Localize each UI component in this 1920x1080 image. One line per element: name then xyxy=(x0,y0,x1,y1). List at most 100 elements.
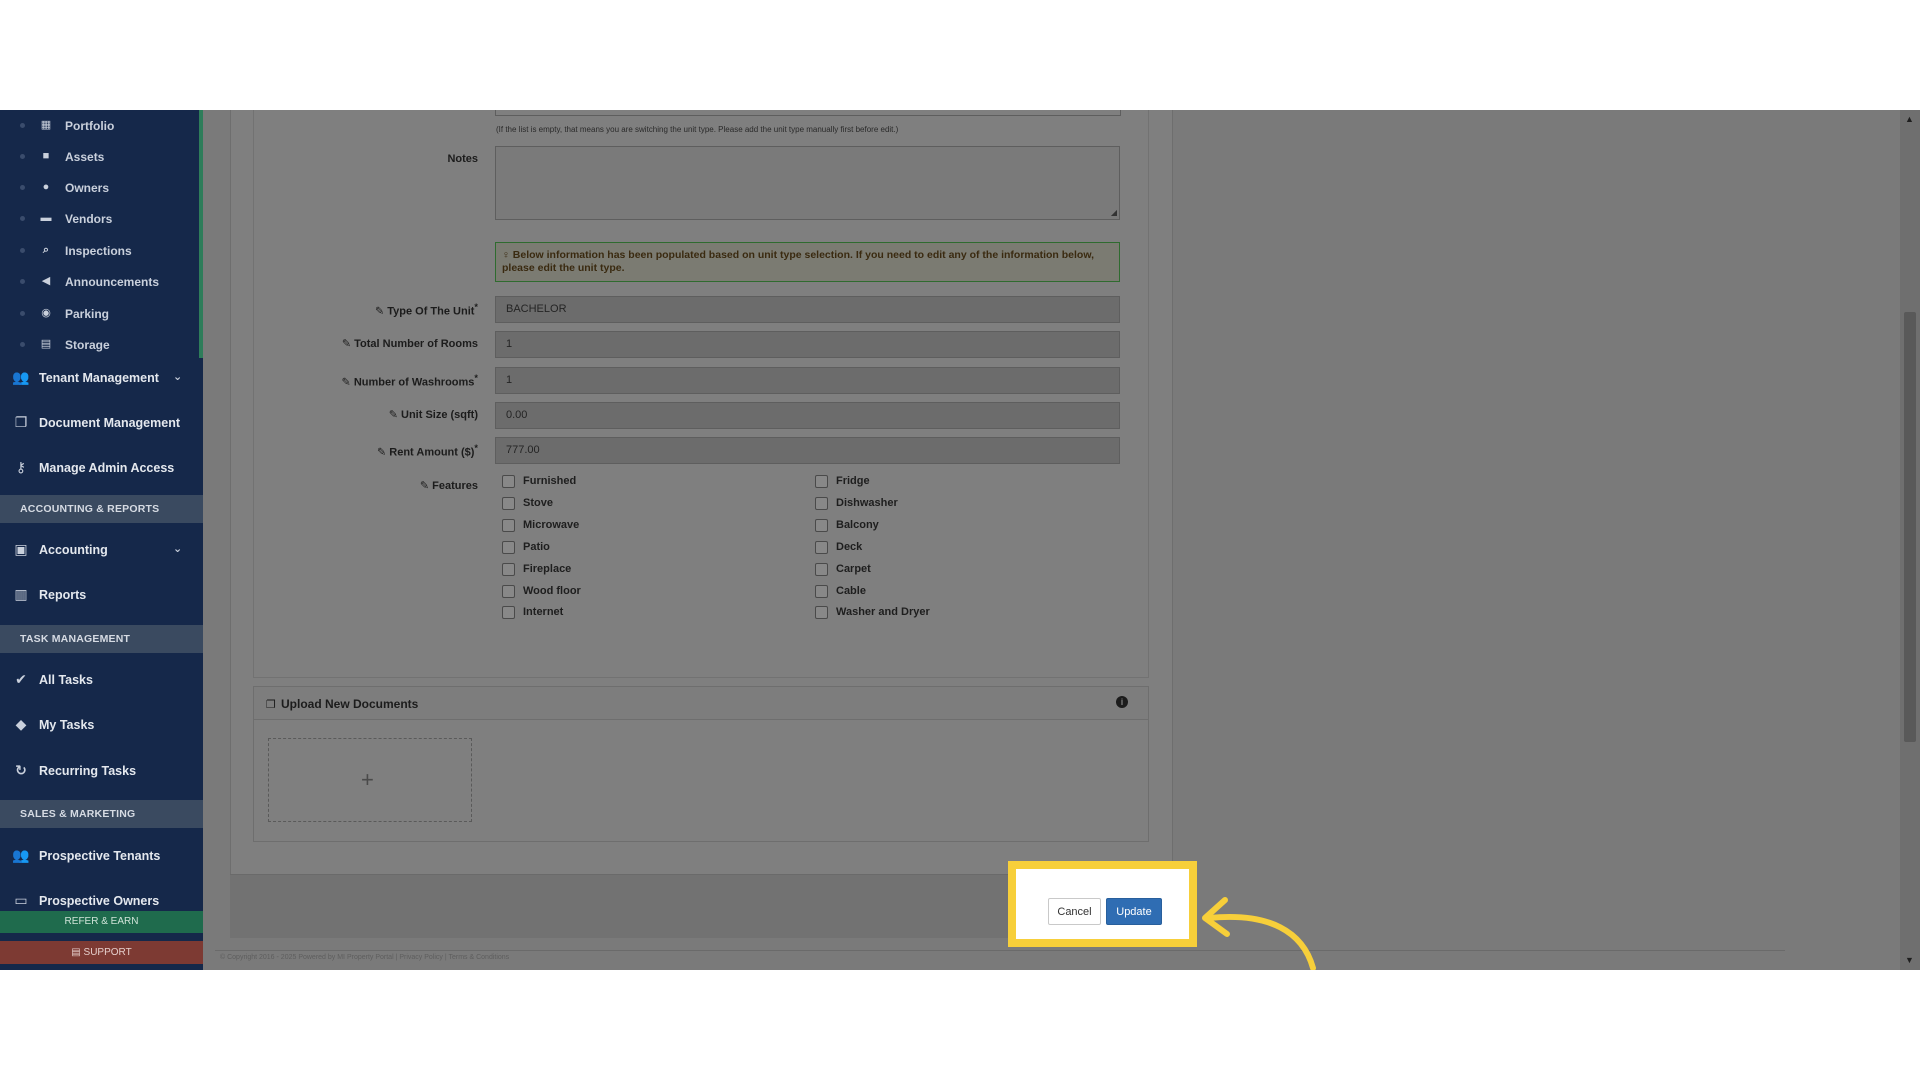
support-label: SUPPORT xyxy=(84,947,132,958)
vertical-scrollbar[interactable]: ▲ ▼ xyxy=(1900,110,1920,970)
assets-icon: ■ xyxy=(39,149,53,163)
checkbox-box[interactable] xyxy=(815,606,828,619)
sidebar-item-recurring-tasks[interactable]: ↻ Recurring Tasks xyxy=(0,751,203,791)
sidebar-item-portfolio[interactable]: ▦ Portfolio xyxy=(0,110,200,141)
unit-type-label: ✎ Type Of The Unit* xyxy=(248,302,478,318)
sidebar-item-vendors[interactable]: ▬ Vendors xyxy=(0,203,200,234)
checkbox-box[interactable] xyxy=(815,585,828,598)
pointer-arrow-icon xyxy=(1195,882,1325,970)
support-button[interactable]: ▤ SUPPORT xyxy=(0,941,203,964)
refer-earn-button[interactable]: REFER & EARN xyxy=(0,911,203,933)
sidebar-item-all-tasks[interactable]: ✔ All Tasks xyxy=(0,660,203,700)
bar-chart-icon: ▥ xyxy=(12,586,30,602)
sidebar-item-announcements[interactable]: ◀ Announcements xyxy=(0,266,200,297)
rent-amount-label-text: Rent Amount ($) xyxy=(389,447,474,459)
washrooms-field[interactable]: 1 xyxy=(495,367,1120,394)
plus-icon: + xyxy=(361,767,374,793)
checkbox-box[interactable] xyxy=(502,475,515,488)
id-card-icon: ▭ xyxy=(12,892,30,908)
rent-amount-label: ✎ Rent Amount ($)* xyxy=(248,443,478,459)
scroll-down-icon[interactable]: ▼ xyxy=(1905,955,1914,965)
notes-textarea[interactable]: ◢ xyxy=(495,146,1120,220)
checkbox-box[interactable] xyxy=(502,519,515,532)
sidebar-item-prospective-tenants[interactable]: 👥 Prospective Tenants xyxy=(0,836,203,876)
sidebar-item-label: Vendors xyxy=(65,212,112,226)
sidebar-item-manage-admin-access[interactable]: ⚷ Manage Admin Access xyxy=(0,448,203,488)
rooms-field[interactable]: 1 xyxy=(495,331,1120,358)
update-button[interactable]: Update xyxy=(1106,898,1162,925)
owners-icon: ● xyxy=(39,180,53,194)
info-icon[interactable]: i xyxy=(1116,696,1128,708)
washrooms-label: ✎ Number of Washrooms* xyxy=(248,373,478,389)
checkbox-label: Microwave xyxy=(523,519,579,531)
checkbox-box[interactable] xyxy=(502,606,515,619)
upload-panel-header: ❐ Upload New Documents i xyxy=(254,687,1148,720)
checkbox-label: Balcony xyxy=(836,519,879,531)
unit-type-select-edge[interactable] xyxy=(495,110,1121,116)
scrollbar-thumb[interactable] xyxy=(1904,312,1916,742)
pencil-icon: ✎ xyxy=(342,377,354,389)
section-header-label: ACCOUNTING & REPORTS xyxy=(20,503,159,515)
checkbox-box[interactable] xyxy=(815,475,828,488)
sidebar-item-label: Portfolio xyxy=(65,119,114,133)
checkbox-label: Fireplace xyxy=(523,563,571,575)
cancel-button[interactable]: Cancel xyxy=(1048,898,1101,925)
bullet-icon xyxy=(20,248,25,253)
sidebar-item-label: My Tasks xyxy=(39,718,94,732)
copyright-text: © Copyright 2016 - 2025 Powered by MI Pr… xyxy=(220,954,509,961)
sidebar-item-label: Document Management xyxy=(39,416,180,430)
checkbox-box[interactable] xyxy=(502,497,515,510)
checkbox-box[interactable] xyxy=(815,497,828,510)
sidebar-item-label: Tenant Management xyxy=(39,371,159,385)
upload-dropzone[interactable]: + xyxy=(268,738,472,822)
bullet-icon xyxy=(20,185,25,190)
checkbox-label: Furnished xyxy=(523,475,576,487)
sidebar-item-document-management[interactable]: ❐ Document Management xyxy=(0,403,203,443)
rooms-label-text: Total Number of Rooms xyxy=(354,338,478,350)
checkbox-label: Fridge xyxy=(836,475,870,487)
checkbox-label: Stove xyxy=(523,497,553,509)
portfolio-icon: ▦ xyxy=(39,118,53,132)
check-icon: ✔ xyxy=(12,671,30,687)
documents-icon: ❐ xyxy=(266,698,276,711)
sidebar-item-label: Reports xyxy=(39,588,86,602)
sidebar-item-assets[interactable]: ■ Assets xyxy=(0,141,200,172)
checkbox-box[interactable] xyxy=(502,585,515,598)
sidebar-item-accounting[interactable]: ▣ Accounting ⌄ xyxy=(0,530,203,570)
bullet-icon xyxy=(20,311,25,316)
checkbox-label: Cable xyxy=(836,585,866,597)
washrooms-label-text: Number of Washrooms xyxy=(354,377,475,389)
sidebar-item-prospective-owners[interactable]: ▭ Prospective Owners xyxy=(0,881,203,909)
sidebar-item-tenant-management[interactable]: 👥 Tenant Management ⌄ xyxy=(0,358,203,398)
resize-grip-icon[interactable]: ◢ xyxy=(1111,208,1117,217)
rent-amount-field[interactable]: 777.00 xyxy=(495,437,1120,464)
sidebar-item-reports[interactable]: ▥ Reports xyxy=(0,575,203,615)
checkbox-box[interactable] xyxy=(815,541,828,554)
info-alert-text: Below information has been populated bas… xyxy=(502,249,1094,274)
unit-size-field[interactable]: 0.00 xyxy=(495,402,1120,429)
rooms-label: ✎ Total Number of Rooms xyxy=(248,337,478,350)
tag-icon: ◆ xyxy=(12,716,30,732)
checkbox-label: Internet xyxy=(523,606,563,618)
sidebar-item-parking[interactable]: ◉ Parking xyxy=(0,298,200,329)
refresh-icon: ↻ xyxy=(12,762,30,778)
checkbox-box[interactable] xyxy=(815,563,828,576)
users-icon: 👥 xyxy=(12,847,30,863)
sidebar-item-label: Assets xyxy=(65,150,104,164)
checkbox-box[interactable] xyxy=(502,563,515,576)
sidebar-item-inspections[interactable]: ⌕ Inspections xyxy=(0,235,200,266)
checkbox-box[interactable] xyxy=(815,519,828,532)
sidebar-item-storage[interactable]: ▤ Storage xyxy=(0,329,200,360)
pencil-icon: ✎ xyxy=(342,338,354,350)
checkbox-box[interactable] xyxy=(502,541,515,554)
section-header-label: SALES & MARKETING xyxy=(20,808,135,820)
unit-type-field[interactable]: BACHELOR xyxy=(495,296,1120,323)
sidebar-item-label: Prospective Tenants xyxy=(39,849,160,863)
checkbox-label: Carpet xyxy=(836,563,871,575)
scroll-up-icon[interactable]: ▲ xyxy=(1905,114,1914,124)
section-header-label: TASK MANAGEMENT xyxy=(20,633,130,645)
sidebar-item-my-tasks[interactable]: ◆ My Tasks xyxy=(0,705,203,745)
lightbulb-icon: ♀ xyxy=(502,249,510,261)
bullet-icon xyxy=(20,279,25,284)
sidebar-item-owners[interactable]: ● Owners xyxy=(0,172,200,203)
